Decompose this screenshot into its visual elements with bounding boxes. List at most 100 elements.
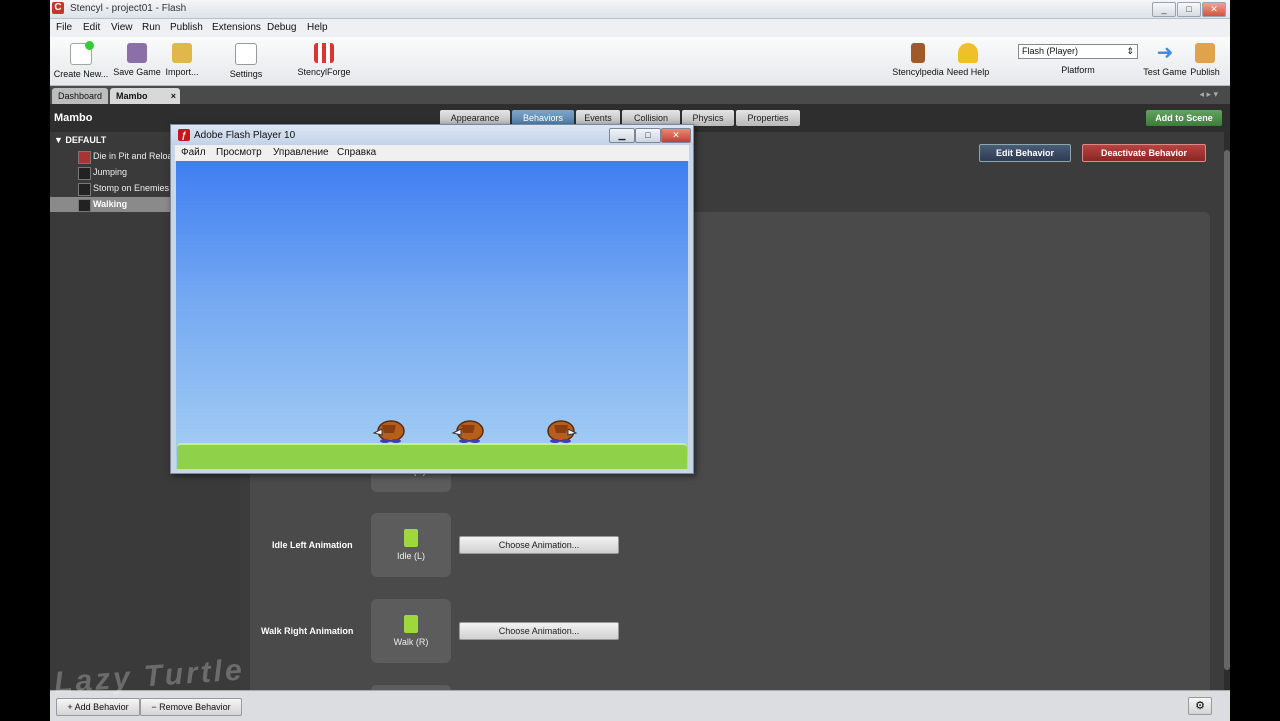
game-stage[interactable]	[176, 161, 688, 469]
menu-publish[interactable]: Publish	[170, 22, 203, 33]
flash-menu-view[interactable]: Просмотр	[216, 147, 262, 158]
book-icon	[911, 43, 925, 63]
add-behavior-button[interactable]: + Add Behavior	[56, 698, 140, 716]
tab-dashboard[interactable]: Dashboard	[52, 88, 109, 104]
platform-label: Platform	[1061, 65, 1095, 75]
tab-mambo[interactable]: Mambo ×	[110, 88, 180, 104]
group-default[interactable]: ▼ DEFAULT	[54, 135, 106, 145]
settings-icon	[235, 43, 257, 65]
behavior-item-label: Die in Pit and Reload	[93, 151, 178, 161]
flash-window-title: Adobe Flash Player 10	[194, 130, 296, 141]
create-new-button[interactable]: Create New...	[53, 41, 109, 79]
flash-menu-file[interactable]: Файл	[181, 147, 206, 158]
menu-edit[interactable]: Edit	[83, 22, 100, 33]
save-game-label: Save Game	[113, 67, 161, 77]
ground-platform	[177, 443, 687, 469]
need-help-button[interactable]: Need Help	[946, 41, 990, 77]
main-toolbar: Create New... Save Game Import... Settin…	[50, 37, 1230, 86]
stencyl-app-icon: C	[52, 2, 64, 14]
actor-name: Mambo	[54, 112, 93, 124]
remove-behavior-button[interactable]: − Remove Behavior	[140, 698, 242, 716]
minus-icon: −	[151, 702, 157, 712]
menu-debug[interactable]: Debug	[267, 22, 296, 33]
create-new-icon	[70, 41, 94, 65]
menu-help[interactable]: Help	[307, 22, 328, 33]
import-button[interactable]: Import...	[162, 41, 202, 77]
mambo-enemy	[451, 420, 484, 443]
stencylforge-button[interactable]: StencylForge	[294, 41, 354, 77]
flash-icon: ƒ	[178, 129, 190, 141]
mambo-enemy	[372, 420, 405, 443]
choose-animation-button[interactable]: Choose Animation...	[459, 536, 619, 554]
behavior-icon	[78, 151, 91, 164]
publish-label: Publish	[1190, 67, 1220, 77]
scrollbar-thumb[interactable]	[1224, 150, 1230, 670]
stencylpedia-label: Stencylpedia	[892, 67, 944, 77]
behavior-icon	[78, 183, 91, 196]
publish-icon	[1195, 43, 1215, 63]
settings-label: Settings	[229, 69, 263, 79]
tab-nav-arrows-icon[interactable]: ◂ ▸ ▾	[1199, 89, 1218, 100]
title-bar: C Stencyl - project01 - Flash _ □ ✕	[50, 0, 1230, 19]
remove-behavior-label: Remove Behavior	[159, 702, 231, 712]
import-icon	[172, 43, 192, 63]
animation-tile-idle-left[interactable]: Idle (L)	[371, 513, 451, 577]
animation-name: Idle (L)	[396, 551, 425, 561]
platform-select-value: Flash (Player)	[1022, 46, 1079, 56]
deactivate-behavior-button[interactable]: Deactivate Behavior	[1082, 144, 1206, 162]
gear-icon[interactable]: ⚙	[1188, 697, 1212, 715]
arrow-right-icon: ➜	[1156, 42, 1174, 64]
flash-menu-bar: Файл Просмотр Управление Справка	[175, 145, 689, 161]
menu-run[interactable]: Run	[142, 22, 160, 33]
menu-file[interactable]: File	[56, 22, 72, 33]
menu-view[interactable]: View	[111, 22, 133, 33]
stencylforge-label: StencylForge	[297, 67, 351, 77]
test-game-label: Test Game	[1143, 67, 1187, 77]
close-button[interactable]: ✕	[1202, 2, 1226, 17]
test-game-button[interactable]: ➜ Test Game	[1142, 41, 1188, 77]
maximize-button[interactable]: □	[1177, 2, 1201, 17]
idle-left-label: Idle Left Animation	[272, 540, 353, 550]
mambo-enemy	[547, 420, 578, 443]
plus-icon: +	[67, 702, 73, 712]
settings-button[interactable]: Settings	[226, 41, 266, 79]
flash-title-bar[interactable]: ƒ Adobe Flash Player 10 ▁ □ ✕	[171, 125, 693, 145]
add-behavior-label: Add Behavior	[74, 702, 129, 712]
platform-select[interactable]: Flash (Player) ⇕	[1018, 44, 1138, 59]
need-help-label: Need Help	[946, 67, 990, 77]
menu-extensions[interactable]: Extensions	[212, 22, 261, 33]
save-game-button[interactable]: Save Game	[113, 41, 161, 77]
select-arrows-icon: ⇕	[1126, 46, 1134, 56]
bottom-bar: + Add Behavior − Remove Behavior ⚙	[50, 690, 1230, 721]
create-new-label: Create New...	[53, 69, 109, 79]
platform-group: Flash (Player) ⇕ Platform	[1018, 41, 1138, 75]
behavior-icon	[78, 199, 91, 212]
behavior-item-label: Stomp on Enemies	[93, 183, 170, 193]
animation-tile-walk-right[interactable]: Walk (R)	[371, 599, 451, 663]
publish-button[interactable]: Publish	[1188, 41, 1222, 77]
animation-icon	[404, 615, 418, 633]
flash-player-window[interactable]: ƒ Adobe Flash Player 10 ▁ □ ✕ Файл Просм…	[170, 124, 694, 474]
document-tabs: Dashboard Mambo × ◂ ▸ ▾	[50, 86, 1230, 104]
edit-behavior-button[interactable]: Edit Behavior	[979, 144, 1071, 162]
flash-menu-control[interactable]: Управление	[273, 147, 329, 158]
behavior-icon	[78, 167, 91, 180]
animation-name: Walk (R)	[393, 637, 429, 647]
tab-close-icon[interactable]: ×	[171, 88, 176, 104]
behavior-item-label: Walking	[93, 199, 128, 209]
minimize-button[interactable]: _	[1152, 2, 1176, 17]
group-label: DEFAULT	[65, 135, 107, 145]
flash-close-button[interactable]: ✕	[661, 128, 691, 143]
save-icon	[127, 43, 147, 63]
stencylpedia-button[interactable]: Stencylpedia	[892, 41, 944, 77]
window-title: Stencyl - project01 - Flash	[70, 3, 187, 14]
tab-properties[interactable]: Properties	[736, 110, 800, 126]
behavior-item-label: Jumping	[93, 167, 128, 177]
add-to-scene-button[interactable]: Add to Scene	[1146, 110, 1222, 126]
flash-minimize-button[interactable]: ▁	[609, 128, 635, 143]
choose-animation-button[interactable]: Choose Animation...	[459, 622, 619, 640]
menu-bar: File Edit View Run Publish Extensions De…	[50, 19, 1230, 37]
flash-menu-help[interactable]: Справка	[337, 147, 376, 158]
import-label: Import...	[165, 67, 199, 77]
flash-maximize-button[interactable]: □	[635, 128, 661, 143]
